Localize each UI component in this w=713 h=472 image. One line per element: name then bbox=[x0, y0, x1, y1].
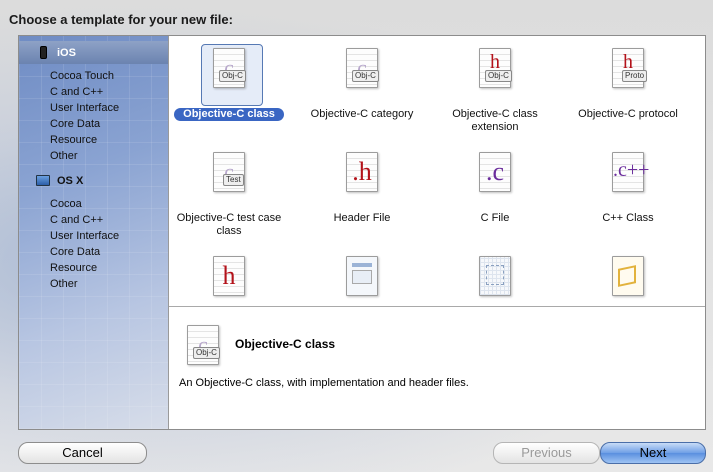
template-empty-interface[interactable] bbox=[435, 248, 555, 306]
platform-label: OS X bbox=[57, 174, 84, 187]
previous-button[interactable]: Previous bbox=[493, 442, 600, 464]
platform-label: iOS bbox=[57, 46, 76, 59]
template-objc-category[interactable]: c Obj-C Objective-C category bbox=[302, 40, 422, 140]
mac-icon bbox=[35, 173, 51, 189]
data-model-icon bbox=[612, 256, 646, 298]
c-file-icon: .c bbox=[479, 152, 513, 194]
template-label: Objective-C class bbox=[174, 108, 284, 121]
template-header-file[interactable]: .h Header File bbox=[302, 144, 422, 244]
objc-protocol-icon: h Proto bbox=[612, 48, 648, 90]
template-label: C++ Class bbox=[602, 212, 654, 224]
template-objc-test-case[interactable]: c Test Objective-C test case class bbox=[169, 144, 289, 244]
sidebar-item-c-cpp[interactable]: C and C++ bbox=[50, 84, 103, 100]
sidebar-item-other[interactable]: Other bbox=[50, 276, 78, 292]
template-label: Objective-C class extension bbox=[452, 108, 538, 133]
sidebar-item-cocoa-touch[interactable]: Cocoa Touch bbox=[50, 68, 114, 84]
sidebar-item-cocoa[interactable]: Cocoa bbox=[50, 196, 82, 212]
template-header-file-alt[interactable]: h bbox=[169, 248, 289, 306]
template-objc-class-extension[interactable]: h Obj-C Objective-C class extension bbox=[435, 40, 555, 140]
template-detail-description: An Objective-C class, with implementatio… bbox=[179, 377, 469, 389]
objc-class-icon: c Obj-C bbox=[187, 325, 221, 367]
template-detail-name: Objective-C class bbox=[235, 337, 336, 351]
sidebar-platform-osx[interactable]: OS X bbox=[19, 169, 168, 192]
template-label: Objective-C test case class bbox=[176, 212, 282, 237]
sidebar-item-user-interface[interactable]: User Interface bbox=[50, 100, 119, 116]
interface-document-icon bbox=[346, 256, 380, 298]
sidebar-item-other[interactable]: Other bbox=[50, 148, 78, 164]
template-objc-protocol[interactable]: h Proto Objective-C protocol bbox=[568, 40, 688, 140]
cpp-class-icon: .c++ bbox=[612, 152, 649, 194]
objc-test-icon: c Test bbox=[213, 152, 247, 194]
cancel-button[interactable]: Cancel bbox=[18, 442, 147, 464]
sidebar-item-resource[interactable]: Resource bbox=[50, 260, 97, 276]
iphone-icon bbox=[35, 45, 51, 61]
sidebar-platform-ios[interactable]: iOS bbox=[19, 41, 168, 64]
template-c-file[interactable]: .c C File bbox=[435, 144, 555, 244]
objc-class-icon: c Obj-C bbox=[213, 48, 247, 90]
template-label: Objective-C category bbox=[310, 108, 414, 120]
template-grid: c Obj-C Objective-C class c Obj-C Object… bbox=[169, 36, 705, 306]
template-label: Header File bbox=[333, 212, 391, 224]
header-file-icon: h bbox=[213, 256, 247, 298]
template-label: Objective-C protocol bbox=[578, 108, 678, 120]
platform-sidebar: iOS Cocoa Touch C and C++ User Interface… bbox=[19, 36, 169, 429]
dialog-title: Choose a template for your new file: bbox=[9, 12, 233, 27]
header-file-icon: .h bbox=[346, 152, 380, 194]
empty-interface-icon bbox=[479, 256, 513, 298]
template-storyboard[interactable] bbox=[302, 248, 422, 306]
next-button[interactable]: Next bbox=[600, 442, 706, 464]
template-detail-pane: c Obj-C Objective-C class An Objective-C… bbox=[169, 307, 705, 429]
sidebar-item-resource[interactable]: Resource bbox=[50, 132, 97, 148]
sidebar-item-core-data[interactable]: Core Data bbox=[50, 244, 100, 260]
sidebar-item-c-cpp[interactable]: C and C++ bbox=[50, 212, 103, 228]
template-cpp-class[interactable]: .c++ C++ Class bbox=[568, 144, 688, 244]
template-chooser: iOS Cocoa Touch C and C++ User Interface… bbox=[18, 35, 706, 430]
template-label: C File bbox=[480, 212, 510, 224]
sidebar-item-core-data[interactable]: Core Data bbox=[50, 116, 100, 132]
objc-extension-icon: h Obj-C bbox=[479, 48, 513, 90]
objc-category-icon: c Obj-C bbox=[346, 48, 380, 90]
template-data-model[interactable] bbox=[568, 248, 688, 306]
template-objc-class[interactable]: c Obj-C Objective-C class bbox=[169, 40, 289, 130]
sidebar-item-user-interface[interactable]: User Interface bbox=[50, 228, 119, 244]
